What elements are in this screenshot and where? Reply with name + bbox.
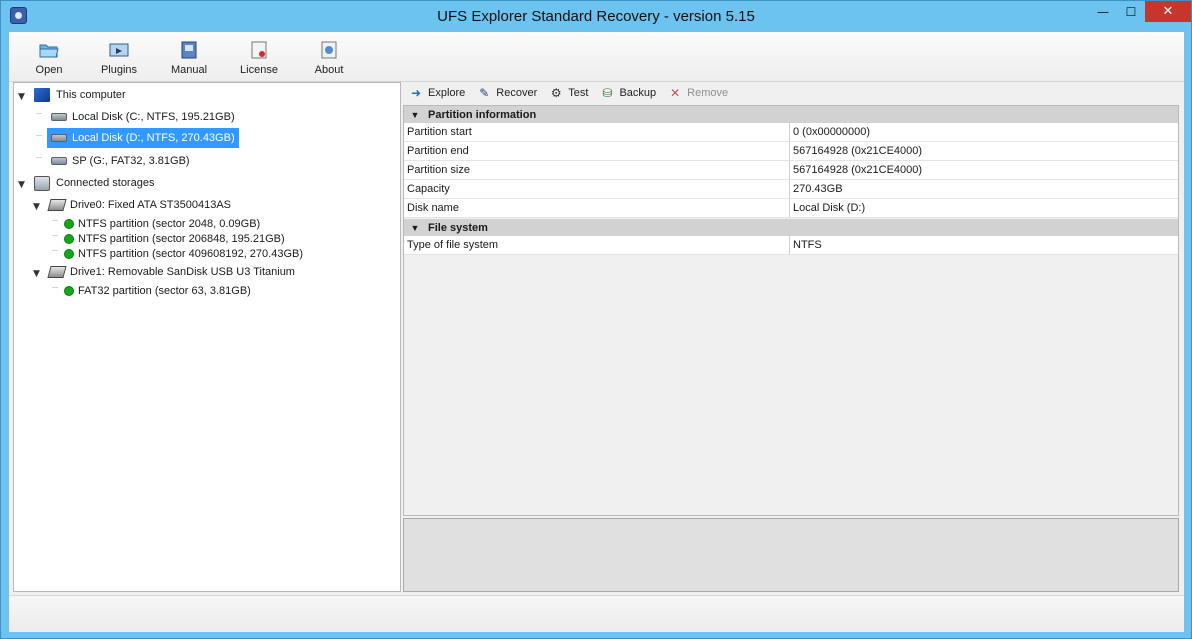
- window-title: UFS Explorer Standard Recovery - version…: [437, 8, 755, 25]
- open-button[interactable]: Open: [14, 40, 84, 76]
- details-pane: ➜ Explore ✎ Recover ⚙ Test ⛁ Backup ✕ Re…: [403, 82, 1180, 592]
- partition-status-icon: [64, 286, 74, 296]
- about-icon: [321, 41, 337, 59]
- properties-panel: ▼ Partition information Partition start …: [403, 105, 1179, 516]
- manual-book-icon: [181, 41, 197, 59]
- expand-toggle-icon[interactable]: ▼: [18, 92, 25, 102]
- arrow-right-icon: ➜: [410, 86, 422, 100]
- test-icon: ⚙: [550, 86, 562, 100]
- tree-connector: ┄: [36, 109, 43, 120]
- manual-button[interactable]: Manual: [154, 40, 224, 76]
- disk-icon: [51, 134, 67, 142]
- manual-label: Manual: [170, 64, 208, 76]
- tree-connector: ┄: [52, 231, 59, 242]
- property-row[interactable]: Partition size 567164928 (0x21CE4000): [404, 161, 1178, 180]
- tree-item-drive1[interactable]: Drive1: Removable SanDisk USB U3 Titaniu…: [47, 262, 295, 282]
- storage-tree[interactable]: ▼ This computer ┄ Local Disk (C:, NTFS, …: [13, 82, 401, 592]
- open-folder-icon: [39, 44, 59, 58]
- title-bar[interactable]: UFS Explorer Standard Recovery - version…: [1, 1, 1191, 31]
- client-area: Open Plugins Manual License About ▼ This…: [9, 32, 1184, 632]
- recover-label: Recover: [496, 87, 538, 99]
- partition-information-header[interactable]: ▼ Partition information: [404, 106, 1178, 123]
- tree-item-ntfs-partition-3[interactable]: NTFS partition (sector 409608192, 270.43…: [64, 244, 303, 264]
- tree-item-sp-g[interactable]: SP (G:, FAT32, 3.81GB): [51, 151, 190, 171]
- info-box: [403, 518, 1179, 592]
- recover-button[interactable]: ✎ Recover: [477, 86, 537, 100]
- tree-item-local-disk-c[interactable]: Local Disk (C:, NTFS, 195.21GB): [51, 107, 235, 127]
- recover-icon: ✎: [479, 86, 490, 100]
- minimize-button[interactable]: —: [1089, 1, 1117, 22]
- action-bar: ➜ Explore ✎ Recover ⚙ Test ⛁ Backup ✕ Re…: [403, 82, 1180, 104]
- license-icon: [251, 41, 267, 59]
- expand-toggle-icon[interactable]: ▼: [33, 269, 40, 279]
- partition-status-icon: [64, 234, 74, 244]
- about-label: About: [314, 64, 344, 76]
- remove-x-icon: ✕: [670, 86, 681, 100]
- tree-item-label: Connected storages: [56, 177, 155, 189]
- plugins-label: Plugins: [100, 64, 138, 76]
- test-button[interactable]: ⚙ Test: [549, 86, 589, 100]
- property-row[interactable]: Partition start 0 (0x00000000): [404, 123, 1178, 142]
- expand-toggle-icon[interactable]: ▼: [18, 180, 25, 190]
- maximize-button[interactable]: ☐: [1117, 1, 1145, 22]
- property-row[interactable]: Disk name Local Disk (D:): [404, 199, 1178, 218]
- tree-item-drive0[interactable]: Drive0: Fixed ATA ST3500413AS: [47, 195, 232, 215]
- storage-icon: [34, 175, 50, 191]
- property-row[interactable]: Type of file system NTFS: [404, 236, 1178, 255]
- property-row[interactable]: Capacity 270.43GB: [404, 180, 1178, 199]
- disk-icon: [51, 157, 67, 165]
- tree-item-fat32-partition[interactable]: FAT32 partition (sector 63, 3.81GB): [64, 281, 251, 301]
- about-button[interactable]: About: [294, 40, 364, 76]
- backup-icon: ⛁: [602, 86, 613, 100]
- hard-drive-icon: [47, 266, 67, 278]
- tree-item-label: Local Disk (C:, NTFS, 195.21GB): [72, 111, 235, 123]
- tree-item-label: Drive1: Removable SanDisk USB U3 Titaniu…: [70, 266, 295, 278]
- partition-status-icon: [64, 219, 74, 229]
- file-system-header[interactable]: ▼ File system: [404, 219, 1178, 236]
- tree-connector: ┄: [52, 216, 59, 227]
- expand-toggle-icon[interactable]: ▼: [33, 202, 40, 212]
- plugins-icon: [109, 43, 129, 57]
- collapse-triangle-icon: ▼: [410, 222, 420, 233]
- status-bar: [9, 595, 1184, 632]
- backup-button[interactable]: ⛁ Backup: [600, 86, 656, 100]
- tree-item-connected-storages[interactable]: Connected storages: [34, 173, 154, 193]
- tree-item-label: Local Disk (D:, NTFS, 270.43GB): [72, 132, 235, 144]
- license-label: License: [240, 64, 278, 76]
- tree-item-this-computer[interactable]: This computer: [34, 85, 126, 105]
- property-row[interactable]: Partition end 567164928 (0x21CE4000): [404, 142, 1178, 161]
- remove-label: Remove: [687, 87, 729, 99]
- partition-status-icon: [64, 249, 74, 259]
- remove-button[interactable]: ✕ Remove: [668, 86, 728, 100]
- plugins-button[interactable]: Plugins: [84, 40, 154, 76]
- explore-button[interactable]: ➜ Explore: [409, 86, 465, 100]
- tree-item-label: SP (G:, FAT32, 3.81GB): [72, 155, 190, 167]
- tree-connector: ┄: [36, 131, 43, 142]
- tree-item-label: This computer: [56, 89, 126, 101]
- tree-item-label: NTFS partition (sector 409608192, 270.43…: [78, 248, 304, 260]
- collapse-triangle-icon: ▼: [410, 109, 420, 120]
- close-button[interactable]: ✕: [1145, 1, 1191, 22]
- tree-item-label: Drive0: Fixed ATA ST3500413AS: [70, 199, 232, 211]
- backup-label: Backup: [619, 87, 657, 99]
- open-label: Open: [35, 64, 63, 76]
- explore-label: Explore: [428, 87, 466, 99]
- tree-item-label: FAT32 partition (sector 63, 3.81GB): [78, 285, 251, 297]
- hard-drive-icon: [47, 199, 67, 211]
- tree-connector: ┄: [36, 153, 43, 164]
- tree-connector: ┄: [52, 246, 59, 257]
- test-label: Test: [568, 87, 589, 99]
- tree-connector: ┄: [52, 283, 59, 294]
- main-toolbar: Open Plugins Manual License About: [9, 32, 1184, 82]
- license-button[interactable]: License: [224, 40, 294, 76]
- computer-icon: [34, 88, 50, 102]
- tree-item-local-disk-d[interactable]: Local Disk (D:, NTFS, 270.43GB): [47, 128, 239, 148]
- disk-icon: [51, 113, 67, 121]
- app-window: UFS Explorer Standard Recovery - version…: [0, 0, 1192, 639]
